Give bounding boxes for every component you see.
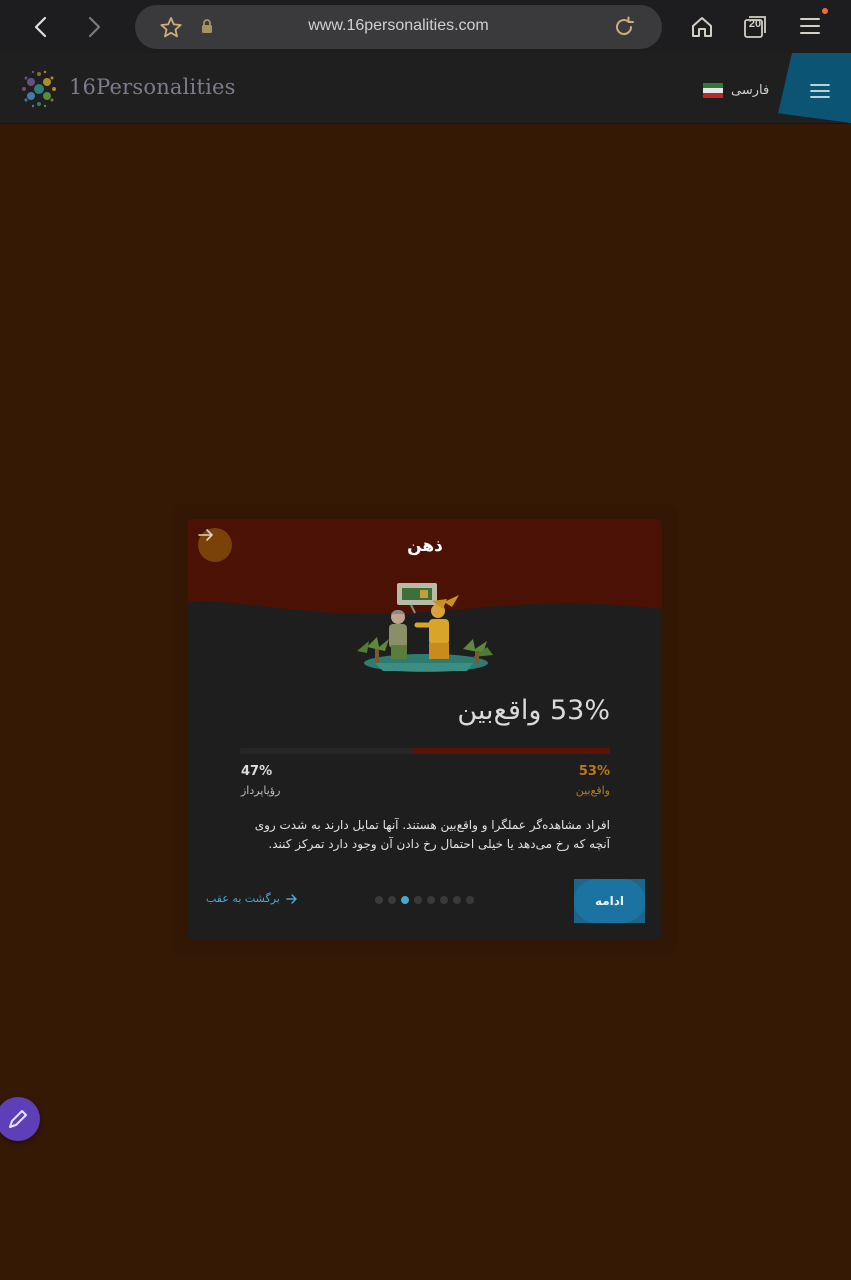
trait-headline: 53% واقع‌بین xyxy=(457,695,610,726)
pagination-dot xyxy=(466,896,474,904)
logo-icon[interactable] xyxy=(17,67,61,111)
go-back-label: برگشت به عقب xyxy=(206,892,280,905)
dreamer-percent: 47% xyxy=(241,764,273,779)
back-icon[interactable] xyxy=(25,12,55,42)
pagination-dot xyxy=(427,896,435,904)
url-text: www.16personalities.com xyxy=(308,17,489,34)
pagination-dot xyxy=(388,896,396,904)
continue-focus-ring: ادامه xyxy=(574,879,645,923)
pagination-dot xyxy=(414,896,422,904)
trait-description: افراد مشاهده‌گر عملگرا و واقع‌بین هستند.… xyxy=(254,818,610,851)
reload-icon[interactable] xyxy=(612,15,636,39)
go-back-link[interactable]: برگشت به عقب xyxy=(206,892,298,905)
pencil-icon xyxy=(9,1110,27,1128)
menu-icon[interactable] xyxy=(798,14,822,38)
realist-percent: 53% xyxy=(578,764,610,779)
tab-count: 20 xyxy=(748,18,762,30)
forward-icon[interactable] xyxy=(80,12,110,42)
language-selector[interactable]: فارسی xyxy=(703,81,769,99)
iran-flag-icon xyxy=(703,82,723,98)
trait-progress-track xyxy=(240,748,610,754)
address-bar[interactable]: www.16personalities.com xyxy=(135,5,662,49)
edit-fab[interactable] xyxy=(0,1097,40,1141)
pagination-dot xyxy=(453,896,461,904)
browser-toolbar: www.16personalities.com 20 xyxy=(0,0,851,53)
brand-name[interactable]: 16Personalities xyxy=(69,75,236,99)
arrow-right-icon xyxy=(286,893,297,904)
realist-illustration xyxy=(357,583,493,672)
pagination-dots xyxy=(375,896,474,904)
realist-label: واقع‌بین xyxy=(575,784,610,797)
trait-progress-fill xyxy=(413,748,610,754)
site-header: 16Personalities فارسی xyxy=(0,53,851,124)
continue-button[interactable]: ادامه xyxy=(574,879,645,923)
pagination-dot xyxy=(375,896,383,904)
trait-result-card: ذهن 53% واقع‌بین 47% رؤیاپرداز 53% واقع‌… xyxy=(188,519,662,940)
notification-dot xyxy=(822,8,828,14)
dreamer-label: رؤیاپرداز xyxy=(241,784,281,797)
pagination-dot xyxy=(440,896,448,904)
hamburger-icon[interactable] xyxy=(810,83,830,99)
home-icon[interactable] xyxy=(689,14,715,40)
language-label: فارسی xyxy=(731,82,770,98)
card-title: ذهن xyxy=(407,536,443,556)
pagination-dot xyxy=(401,896,409,904)
